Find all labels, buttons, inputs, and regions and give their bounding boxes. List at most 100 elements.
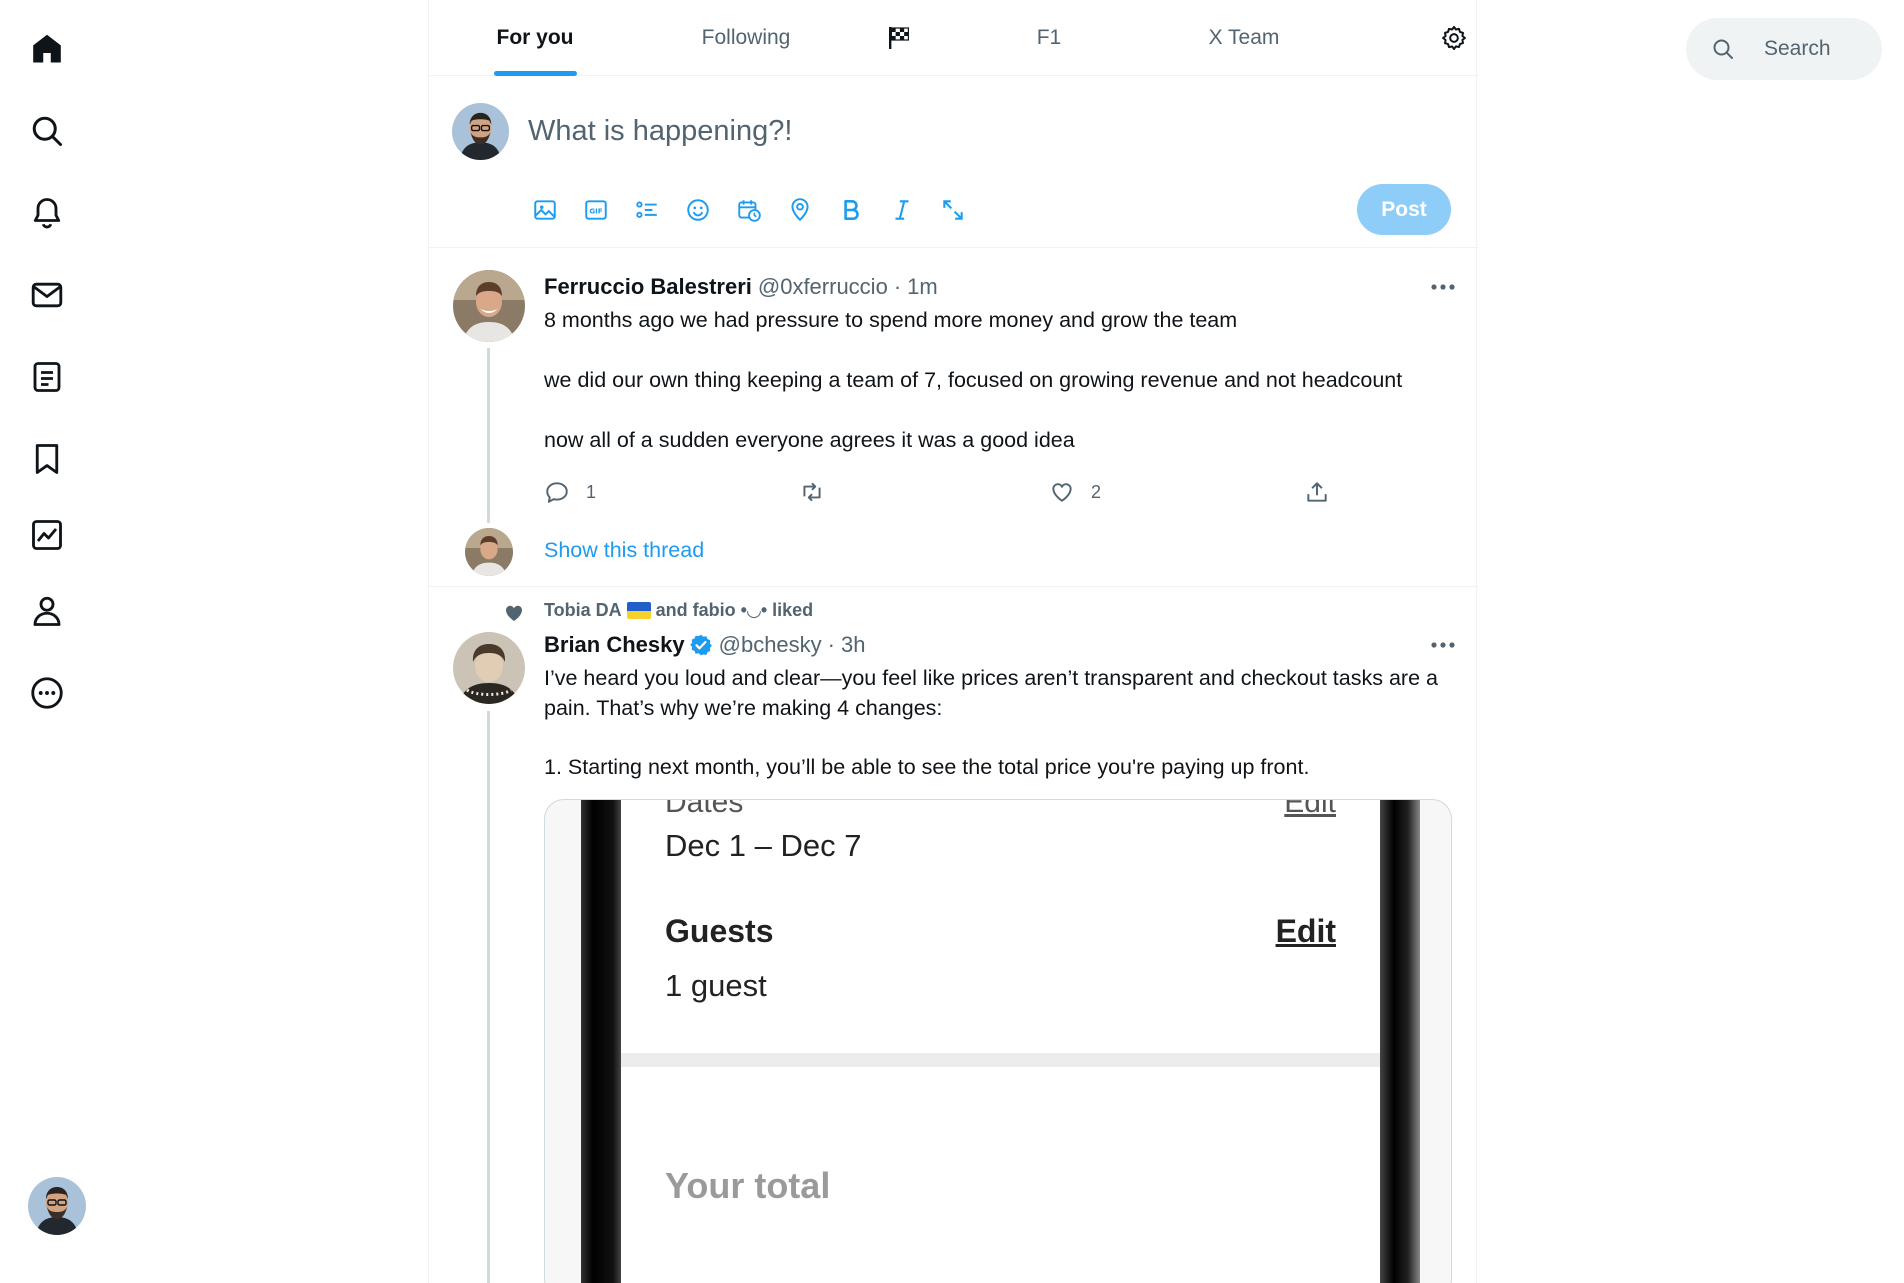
tweet-timestamp[interactable]: 1m bbox=[907, 274, 938, 300]
bell-icon bbox=[33, 198, 61, 229]
tweet-paragraph: we did our own thing keeping a team of 7… bbox=[544, 368, 1403, 392]
tweet-paragraph: I’ve heard you loud and clear—you feel l… bbox=[544, 666, 1438, 720]
thread-avatar[interactable] bbox=[465, 528, 513, 576]
checkered-flag-icon bbox=[889, 27, 910, 49]
guests-edit-link: Edit bbox=[1275, 913, 1336, 949]
add-location-button[interactable] bbox=[783, 193, 817, 227]
tweet-author-avatar[interactable] bbox=[453, 270, 525, 342]
phone-frame-right bbox=[1380, 800, 1420, 1283]
tab-label: X Team bbox=[1208, 26, 1280, 49]
dates-label: Dates bbox=[665, 799, 744, 819]
tweet-author-avatar[interactable] bbox=[453, 632, 525, 704]
expand-icon bbox=[943, 200, 963, 220]
tab-checkered-flag[interactable] bbox=[839, 0, 959, 76]
author-handle[interactable]: @bchesky bbox=[719, 632, 822, 658]
left-navigation bbox=[0, 0, 94, 1283]
nav-notifications[interactable] bbox=[26, 192, 68, 234]
avatar-image bbox=[453, 270, 525, 342]
profile-icon bbox=[33, 596, 61, 626]
repost-button[interactable] bbox=[799, 472, 841, 512]
tweet-timestamp[interactable]: 3h bbox=[841, 632, 865, 658]
guests-value: 1 guest bbox=[665, 968, 767, 1003]
nav-explore[interactable] bbox=[26, 110, 68, 152]
italic-icon bbox=[895, 200, 909, 220]
nav-messages[interactable] bbox=[26, 274, 68, 316]
nav-bookmarks[interactable] bbox=[26, 438, 68, 480]
tweet-paragraph: 8 months ago we had pressure to spend mo… bbox=[544, 308, 1238, 332]
expand-composer-button[interactable] bbox=[936, 193, 970, 227]
nav-lists[interactable] bbox=[26, 356, 68, 398]
emoji-icon bbox=[687, 199, 709, 221]
share-button[interactable] bbox=[1304, 472, 1330, 512]
section-divider bbox=[621, 1053, 1380, 1067]
verified-badge-icon bbox=[689, 634, 712, 656]
like-button[interactable]: 2 bbox=[1049, 472, 1101, 512]
thread-connector bbox=[487, 711, 490, 1283]
tweet-media-image[interactable]: Dates Edit Dec 1 – Dec 7 Guests Edit 1 g… bbox=[544, 799, 1452, 1283]
search-box[interactable] bbox=[1686, 18, 1882, 80]
home-icon bbox=[33, 34, 61, 63]
search-icon bbox=[1713, 39, 1733, 59]
account-avatar[interactable] bbox=[28, 1177, 86, 1235]
nav-home[interactable] bbox=[26, 28, 68, 70]
tab-for-you[interactable]: For you bbox=[469, 0, 601, 76]
ukraine-flag-icon bbox=[626, 602, 651, 619]
tab-following[interactable]: Following bbox=[661, 0, 831, 76]
reply-button[interactable]: 1 bbox=[544, 472, 596, 512]
list-icon bbox=[33, 362, 61, 392]
schedule-icon bbox=[738, 200, 761, 222]
add-media-button[interactable] bbox=[528, 193, 562, 227]
avatar-image bbox=[453, 632, 525, 704]
composer-avatar[interactable] bbox=[452, 103, 509, 160]
total-label: Your total bbox=[665, 1165, 831, 1206]
tab-f1[interactable]: F1 bbox=[989, 0, 1109, 76]
tab-label: Following bbox=[701, 26, 791, 49]
tweet-header: Brian Chesky @bchesky · 3h bbox=[544, 632, 865, 658]
add-poll-button[interactable] bbox=[630, 193, 664, 227]
dates-edit-link: Edit bbox=[1284, 799, 1336, 819]
tweet[interactable]: Ferruccio Balestreri @0xferruccio · 1m 8… bbox=[429, 248, 1478, 587]
compose-input[interactable] bbox=[528, 110, 1408, 152]
tweet-more-button[interactable] bbox=[1426, 630, 1460, 660]
tweet[interactable]: Tobia DA and fabio •◡• liked Brian Chesk… bbox=[429, 587, 1478, 1283]
share-icon bbox=[1307, 482, 1327, 502]
post-composer: GIF Post bbox=[429, 76, 1478, 248]
main-timeline: For you Following F1 X Team What is happ… bbox=[428, 0, 1478, 1283]
search-input[interactable] bbox=[1764, 32, 1874, 66]
tweet-actions: 1 2 bbox=[544, 472, 1464, 512]
tab-label: For you bbox=[496, 26, 574, 49]
schedule-button[interactable] bbox=[732, 193, 766, 227]
separator-dot: · bbox=[893, 274, 902, 299]
nav-analytics[interactable] bbox=[26, 514, 68, 556]
repost-icon bbox=[803, 482, 821, 502]
author-handle[interactable]: @0xferruccio bbox=[758, 274, 888, 300]
bold-button[interactable] bbox=[834, 193, 868, 227]
location-icon bbox=[791, 198, 809, 222]
nav-more[interactable] bbox=[26, 672, 68, 714]
avatar-image bbox=[452, 103, 509, 160]
social-context-user[interactable]: Tobia DA bbox=[544, 600, 622, 621]
timeline-settings-button[interactable] bbox=[1435, 19, 1473, 57]
dates-value: Dec 1 – Dec 7 bbox=[665, 828, 862, 863]
bold-icon bbox=[844, 200, 859, 220]
nav-profile[interactable] bbox=[26, 590, 68, 632]
tweet-more-button[interactable] bbox=[1426, 272, 1460, 302]
more-horizontal-icon bbox=[1431, 284, 1455, 290]
heart-filled-icon bbox=[506, 605, 522, 621]
add-emoji-button[interactable] bbox=[681, 193, 715, 227]
author-name[interactable]: Brian Chesky bbox=[544, 632, 685, 658]
author-name[interactable]: Ferruccio Balestreri bbox=[544, 274, 752, 300]
phone-screen: Dates Edit Dec 1 – Dec 7 Guests Edit 1 g… bbox=[621, 800, 1380, 1283]
italic-button[interactable] bbox=[885, 193, 919, 227]
heart-icon bbox=[1052, 483, 1072, 502]
search-icon bbox=[32, 116, 62, 146]
tab-x-team[interactable]: X Team bbox=[1169, 0, 1319, 76]
separator-dot: · bbox=[827, 632, 835, 657]
tweet-paragraph: now all of a sudden everyone agrees it w… bbox=[544, 428, 1075, 452]
tab-label: F1 bbox=[1036, 26, 1062, 49]
add-gif-button[interactable]: GIF bbox=[579, 193, 613, 227]
post-button[interactable]: Post bbox=[1357, 184, 1451, 235]
show-thread-link[interactable]: Show this thread bbox=[544, 538, 704, 563]
reply-icon bbox=[546, 482, 568, 503]
social-context: Tobia DA and fabio •◡• liked bbox=[544, 600, 813, 621]
